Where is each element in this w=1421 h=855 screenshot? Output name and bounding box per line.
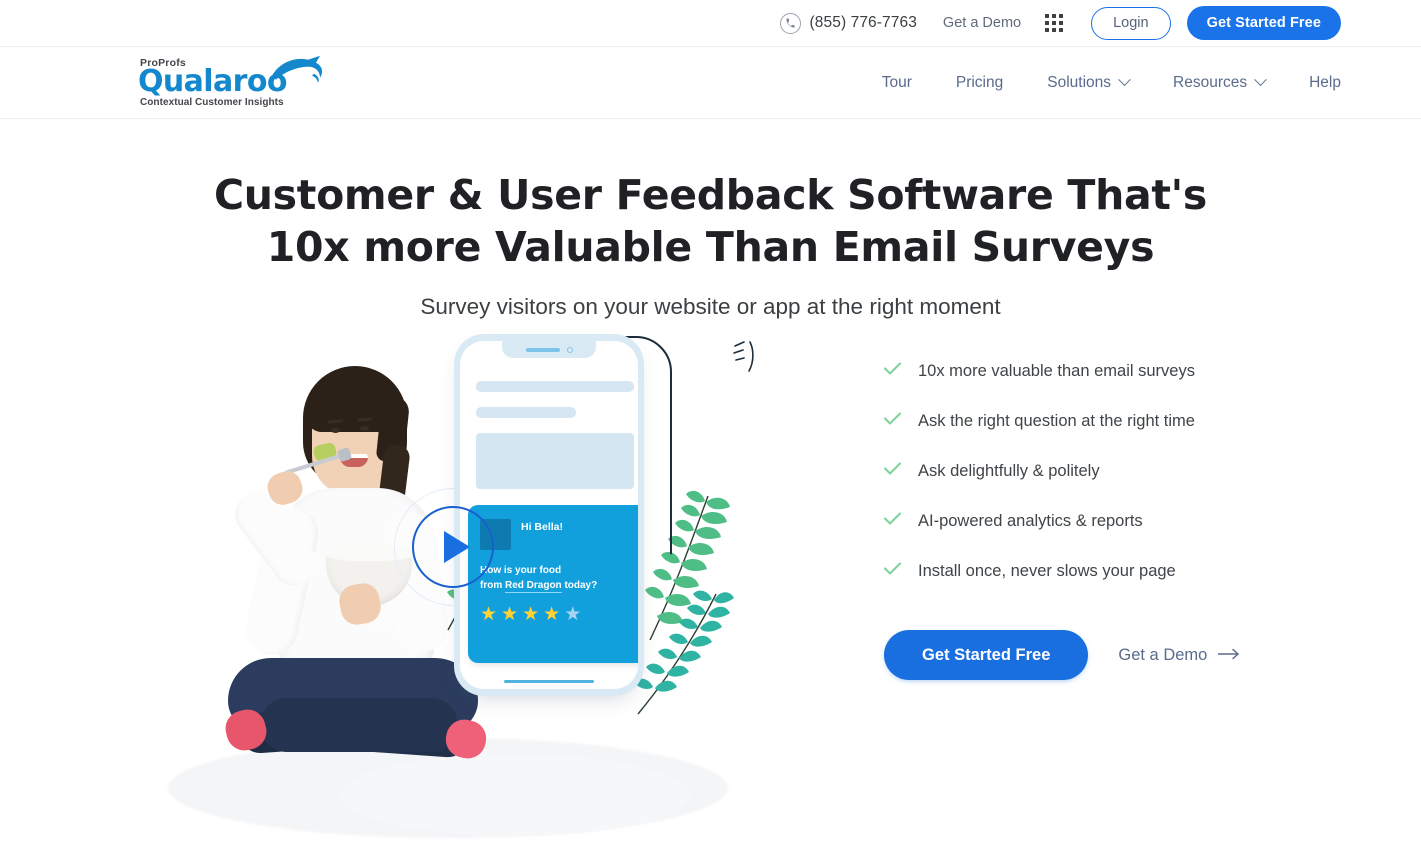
feature-list: 10x more valuable than email surveys Ask…	[883, 360, 1304, 680]
grid-dot	[1052, 21, 1057, 25]
phone-frame: Hi Bella! How is your food from Red Drag…	[454, 334, 644, 696]
content-placeholder-bar	[476, 381, 634, 392]
star-icon[interactable]: ★	[522, 605, 539, 624]
topbar-get-a-demo-link[interactable]: Get a Demo	[943, 15, 1021, 31]
grid-dot	[1045, 21, 1050, 25]
hero-cta-row: Get Started Free Get a Demo	[884, 630, 1304, 680]
feature-item: Install once, never slows your page	[883, 560, 1304, 582]
logo-qualaroo-text: Qualaroo	[138, 55, 323, 99]
feature-label: AI-powered analytics & reports	[918, 512, 1143, 530]
check-icon	[883, 362, 902, 380]
hair-front	[307, 380, 403, 432]
nav-item-pricing[interactable]: Pricing	[934, 74, 1025, 92]
login-button[interactable]: Login	[1091, 6, 1171, 40]
nav-links: Tour Pricing Solutions Resources Help	[860, 73, 1341, 92]
star-icon[interactable]: ★	[543, 605, 560, 624]
survey-widget-header: Hi Bella!	[480, 518, 638, 550]
kangaroo-swoosh-icon	[270, 54, 326, 90]
survey-question-line-1: How is your food	[480, 565, 562, 576]
hero-title-line-2: 10x more Valuable Than Email Surveys	[266, 223, 1155, 271]
phone-icon	[779, 12, 801, 34]
grid-dot	[1052, 28, 1057, 32]
content-placeholder-block	[476, 433, 634, 489]
check-icon	[883, 462, 902, 480]
nav-item-solutions[interactable]: Solutions	[1025, 73, 1151, 92]
grid-dot	[1045, 14, 1050, 18]
page-title: Customer & User Feedback Software That's…	[0, 169, 1421, 273]
survey-widget[interactable]: Hi Bella! How is your food from Red Drag…	[468, 505, 638, 663]
crossed-legs	[220, 648, 492, 768]
feature-item: Ask delightfully & politely	[883, 460, 1304, 482]
hero-subtitle: Survey visitors on your website or app a…	[420, 294, 1001, 319]
star-rating[interactable]: ★ ★ ★ ★ ★	[480, 605, 638, 624]
hero-section: Customer & User Feedback Software That's…	[0, 119, 1421, 320]
leg-lower	[260, 698, 458, 752]
main-navigation-bar: ProProfs Qualaroo Contextual Customer In…	[0, 47, 1421, 119]
logo-qualaroo-label: Qualaroo	[138, 63, 287, 99]
play-video-button[interactable]	[412, 506, 494, 588]
phone-number: (855) 776-7763	[809, 14, 917, 31]
chevron-down-icon	[1254, 73, 1267, 87]
phone-notch	[502, 341, 596, 358]
check-icon	[883, 412, 902, 430]
eye-right	[360, 426, 369, 431]
survey-greeting: Hi Bella!	[521, 521, 564, 533]
survey-question: How is your food from Red Dragon today?	[480, 563, 638, 593]
top-utility-bar: (855) 776-7763 Get a Demo Login Get Star…	[0, 0, 1421, 47]
grid-dot	[1059, 28, 1064, 32]
nav-item-resources[interactable]: Resources	[1151, 73, 1287, 92]
camera-icon	[566, 346, 573, 353]
feature-label: 10x more valuable than email surveys	[918, 362, 1195, 380]
feature-label: Ask delightfully & politely	[918, 462, 1100, 480]
nav-item-label: Solutions	[1047, 73, 1112, 91]
feature-item: AI-powered analytics & reports	[883, 510, 1304, 532]
home-indicator	[504, 680, 594, 683]
hero-content: Hi Bella! How is your food from Red Drag…	[0, 334, 1421, 855]
content-placeholder-bar	[476, 407, 576, 418]
star-icon[interactable]: ★	[480, 605, 497, 624]
nav-item-label: Help	[1309, 73, 1341, 91]
feature-label: Install once, never slows your page	[918, 562, 1176, 580]
feature-item: 10x more valuable than email surveys	[883, 360, 1304, 382]
speaker-icon	[525, 347, 560, 352]
grid-dot	[1059, 14, 1064, 18]
get-a-demo-label: Get a Demo	[1118, 645, 1208, 664]
survey-question-suffix: today?	[561, 580, 598, 591]
get-started-free-button-header[interactable]: Get Started Free	[1186, 6, 1341, 40]
nav-item-tour[interactable]: Tour	[860, 74, 934, 92]
play-icon	[443, 531, 470, 563]
apps-grid-icon[interactable]	[1045, 14, 1064, 32]
grid-dot	[1052, 14, 1057, 18]
hero-illustration: Hi Bella! How is your food from Red Drag…	[150, 334, 770, 838]
nav-item-label: Tour	[881, 73, 912, 91]
survey-question-prefix: from	[480, 580, 505, 591]
arrow-right-icon	[1217, 646, 1240, 665]
nav-item-label: Resources	[1173, 73, 1248, 91]
chevron-down-icon	[1118, 73, 1131, 87]
star-icon[interactable]: ★	[501, 605, 518, 624]
hero-title-line-1: Customer & User Feedback Software That's	[213, 171, 1208, 219]
nav-item-label: Pricing	[955, 73, 1004, 91]
get-started-free-button-hero[interactable]: Get Started Free	[884, 630, 1089, 680]
survey-question-brand: Red Dragon	[505, 580, 562, 593]
phone-screen: Hi Bella! How is your food from Red Drag…	[460, 341, 638, 689]
sparkle-icon	[732, 340, 758, 379]
feature-label: Ask the right question at the right time	[918, 412, 1195, 430]
get-a-demo-link-hero[interactable]: Get a Demo	[1118, 646, 1240, 665]
feature-item: Ask the right question at the right time	[883, 410, 1304, 432]
logo-tagline: Contextual Customer Insights	[140, 96, 284, 108]
qualaroo-logo[interactable]: ProProfs Qualaroo Contextual Customer In…	[138, 55, 323, 108]
star-icon[interactable]: ★	[564, 605, 581, 624]
nav-item-help[interactable]: Help	[1287, 74, 1341, 92]
phone-contact[interactable]: (855) 776-7763	[779, 12, 917, 34]
grid-dot	[1059, 21, 1064, 25]
eye-left	[331, 428, 340, 433]
grid-dot	[1045, 28, 1050, 32]
check-icon	[883, 562, 902, 580]
check-icon	[883, 512, 902, 530]
phone-mockup: Hi Bella! How is your food from Red Drag…	[454, 334, 754, 696]
